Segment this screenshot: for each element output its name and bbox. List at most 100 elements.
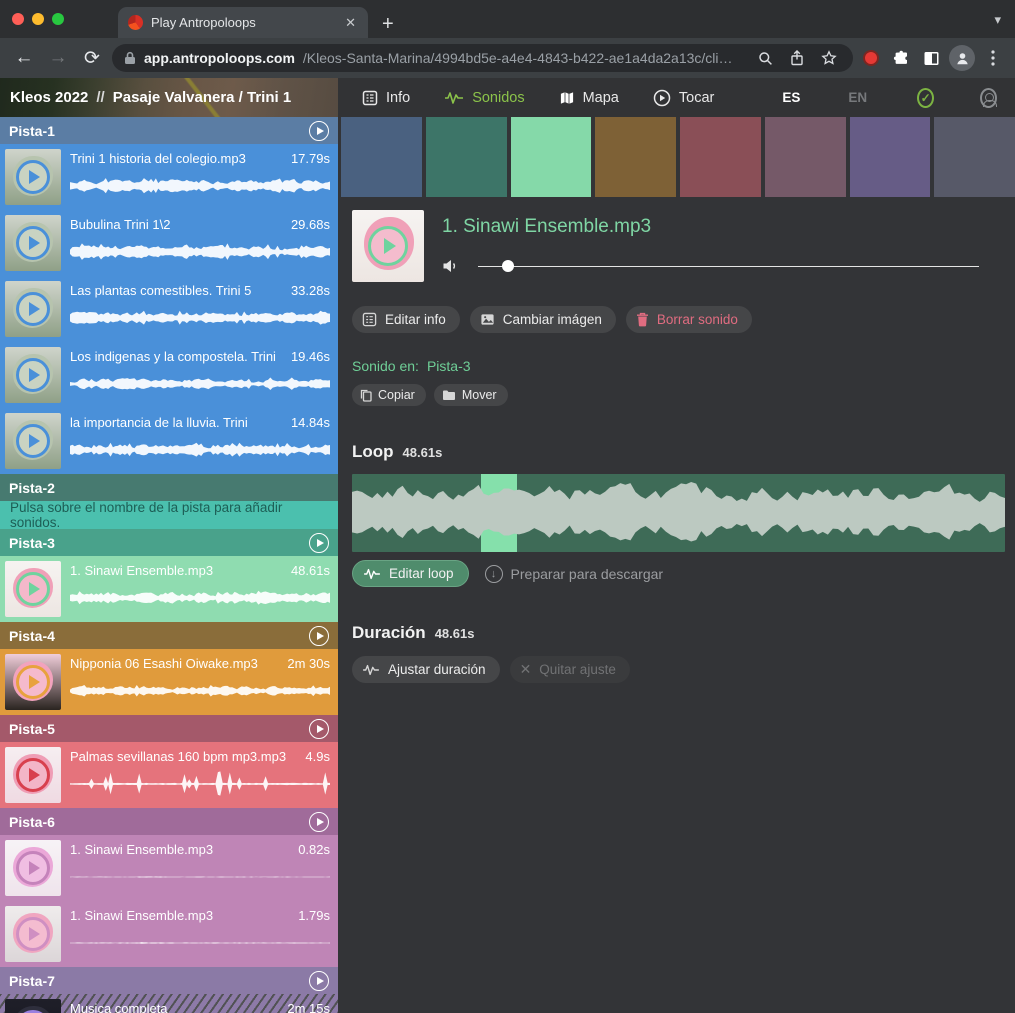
track-play-icon[interactable] [309,626,329,646]
extensions-puzzle-icon[interactable] [889,50,913,67]
side-panel-icon[interactable] [919,50,943,67]
clip-pista-6[interactable]: 1. Sinawi Ensemble.mp31.79s [0,901,338,967]
clip-thumbnail[interactable] [5,215,61,271]
clip-play-icon[interactable] [16,758,50,792]
track-play-icon[interactable] [309,719,329,739]
clip-pista-1[interactable]: Los indigenas y la compostela. Trini19.4… [0,342,338,408]
bookmark-star-icon[interactable] [817,50,841,66]
volume-slider-thumb[interactable] [502,260,514,272]
browser-menu-kebab-icon[interactable] [981,50,1005,66]
clip-pista-4[interactable]: Nipponia 06 Esashi Oiwake.mp32m 30s [0,649,338,715]
track-swatch-1[interactable] [341,117,422,197]
clip-pista-1[interactable]: Trini 1 historia del colegio.mp317.79s [0,144,338,210]
track-header-pista-2[interactable]: Pista-2 [0,474,338,501]
clip-thumbnail[interactable] [5,413,61,469]
x-icon: ✕ [520,661,532,678]
clip-thumbnail[interactable] [5,840,61,896]
track-play-icon[interactable] [309,971,329,991]
nav-item-sonidos[interactable]: Sonidos [444,90,524,106]
clip-thumbnail[interactable] [5,906,61,962]
clip-play-icon[interactable] [16,160,50,194]
clip-play-icon[interactable] [16,665,50,699]
track-header-pista-5[interactable]: Pista-5 [0,715,338,742]
clip-thumbnail[interactable] [5,561,61,617]
account-icon[interactable] [980,88,997,108]
browser-tab[interactable]: Play Antropoloops ✕ [118,7,368,38]
play-icon[interactable] [368,226,408,266]
nav-item-mapa[interactable]: Mapa [559,90,619,106]
profile-avatar[interactable] [949,45,975,71]
track-play-icon[interactable] [309,533,329,553]
clip-thumbnail[interactable] [5,281,61,337]
back-button[interactable]: ← [10,47,38,69]
clip-thumbnail[interactable] [5,747,61,803]
clip-pista-1[interactable]: Bubulina Trini 1\229.68s [0,210,338,276]
sync-check-icon[interactable]: ✓ [917,88,934,108]
clip-pista-7[interactable]: Musica completa2m 15s [0,994,338,1013]
volume-slider[interactable] [478,259,979,273]
clip-play-icon[interactable] [16,917,50,951]
track-name: Pista-2 [9,480,55,496]
url-bar[interactable]: app.antropoloops.com /Kleos-Santa-Marina… [112,44,853,72]
track-swatch-4[interactable] [595,117,676,197]
clip-pista-5[interactable]: Palmas sevillanas 160 bpm mp3.mp34.9s [0,742,338,808]
clip-play-icon[interactable] [16,226,50,260]
record-indicator-icon[interactable] [859,50,883,66]
search-icon[interactable] [753,51,777,66]
copy-button[interactable]: Copiar [352,384,426,406]
track-header-pista-6[interactable]: Pista-6 [0,808,338,835]
sound-thumbnail[interactable] [352,210,424,282]
clip-play-icon[interactable] [16,572,50,606]
minimize-window-button[interactable] [32,13,44,25]
prepare-download-button[interactable]: ↓ Preparar para descargar [485,565,664,583]
remove-adjust-button[interactable]: ✕ Quitar ajuste [510,656,630,683]
clip-thumbnail[interactable] [5,654,61,710]
clip-pista-1[interactable]: la importancia de la lluvia. Trini14.84s [0,408,338,474]
track-swatch-2[interactable] [426,117,507,197]
track-header-pista-7[interactable]: Pista-7 [0,967,338,994]
clip-pista-1[interactable]: Las plantas comestibles. Trini 533.28s [0,276,338,342]
track-header-pista-1[interactable]: Pista-1 [0,117,338,144]
clip-pista-3[interactable]: 1. Sinawi Ensemble.mp348.61s [0,556,338,622]
tab-close-icon[interactable]: ✕ [343,15,358,31]
track-swatch-3-active[interactable] [511,117,592,197]
nav-item-info[interactable]: Info [362,90,410,106]
lang-en-button[interactable]: EN [848,90,867,105]
loop-waveform[interactable] [352,474,1005,552]
close-window-button[interactable] [12,13,24,25]
track-swatch-7[interactable] [850,117,931,197]
clip-pista-6[interactable]: 1. Sinawi Ensemble.mp30.82s [0,835,338,901]
track-header-pista-4[interactable]: Pista-4 [0,622,338,649]
share-icon[interactable] [785,50,809,66]
clip-play-icon[interactable] [16,358,50,392]
nav-item-tocar[interactable]: Tocar [653,89,714,107]
track-swatch-8[interactable] [934,117,1015,197]
project-breadcrumb[interactable]: Kleos 2022 // Pasaje Valvanera / Trini 1 [0,78,338,117]
forward-button[interactable]: → [44,47,72,69]
track-header-pista-3[interactable]: Pista-3 [0,529,338,556]
tab-search-chevron-icon[interactable]: ▾ [994,12,1001,28]
clip-play-icon[interactable] [16,424,50,458]
track-play-icon[interactable] [309,121,329,141]
track-swatch-6[interactable] [765,117,846,197]
traffic-lights[interactable] [12,13,64,25]
volume-icon[interactable] [442,258,460,274]
change-image-button[interactable]: Cambiar imágen [470,306,616,333]
zoom-window-button[interactable] [52,13,64,25]
lang-es-button[interactable]: ES [782,90,800,105]
sound-in-track-link[interactable]: Pista-3 [427,358,471,374]
reload-button[interactable]: ⟳ [78,47,106,70]
delete-sound-button[interactable]: Borrar sonido [626,306,752,333]
clip-play-icon[interactable] [16,851,50,885]
edit-loop-button[interactable]: Editar loop [352,560,469,587]
clip-thumbnail[interactable] [5,999,61,1013]
adjust-duration-button[interactable]: Ajustar duración [352,656,500,683]
clip-thumbnail[interactable] [5,149,61,205]
move-button[interactable]: Mover [434,384,508,406]
track-swatch-5[interactable] [680,117,761,197]
track-play-icon[interactable] [309,812,329,832]
new-tab-button[interactable]: + [382,14,394,34]
clip-play-icon[interactable] [16,292,50,326]
clip-thumbnail[interactable] [5,347,61,403]
edit-info-button[interactable]: Editar info [352,306,460,333]
